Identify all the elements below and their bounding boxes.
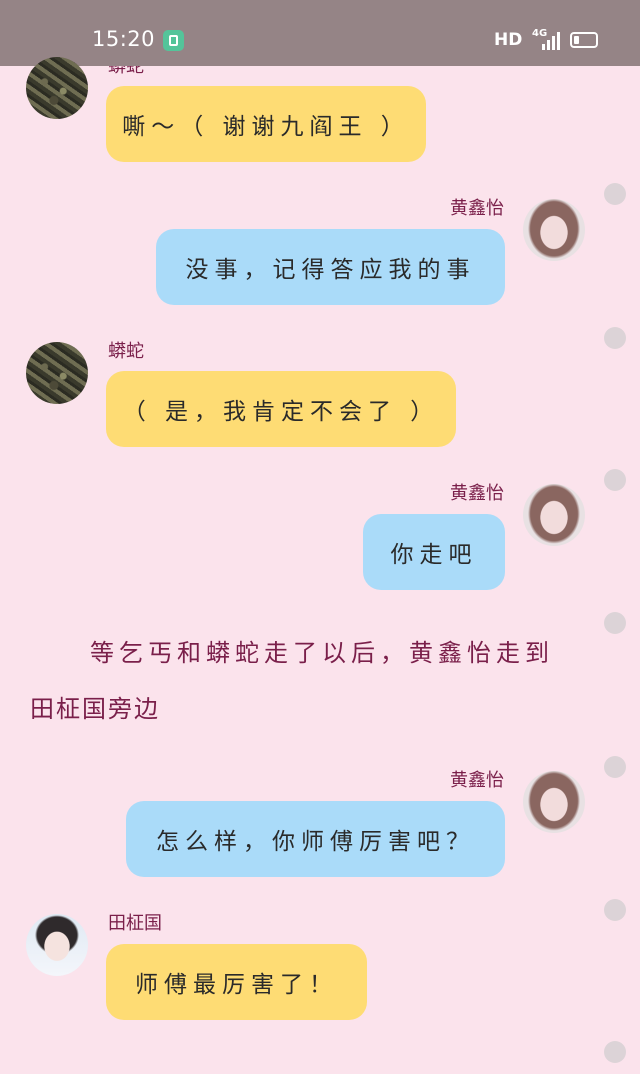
message-bubble[interactable]: 怎么样，你师傅厉害吧？ (126, 801, 505, 877)
avatar-huang-xinyi[interactable] (523, 771, 585, 833)
sender-name: 黄鑫怡 (450, 770, 504, 791)
avatar-huang-xinyi[interactable] (523, 484, 585, 546)
avatar-snake[interactable] (26, 57, 88, 119)
narration-line: 田柾国旁边 (30, 695, 160, 723)
status-dot (604, 756, 626, 778)
message-bubble[interactable]: 你走吧 (363, 514, 505, 590)
sender-name: 田柾国 (108, 913, 162, 934)
message-bubble[interactable]: 嘶～（ 谢谢九阎王 ） (106, 86, 426, 162)
message-bubble[interactable]: 师傅最厉害了！ (106, 944, 367, 1020)
status-dot (604, 1041, 626, 1063)
status-dot (604, 327, 626, 349)
status-dot (604, 612, 626, 634)
message-bubble[interactable]: 没事，记得答应我的事 (156, 229, 505, 305)
avatar-snake[interactable] (26, 342, 88, 404)
sender-name: 黄鑫怡 (450, 198, 504, 219)
battery-icon (570, 32, 598, 48)
signal-icon: 4G (530, 28, 560, 52)
avatar-huang-xinyi[interactable] (523, 199, 585, 261)
network-type: 4G (532, 28, 548, 39)
narration-line: 等乞丐和蟒蛇走了以后，黄鑫怡走到 (90, 639, 554, 667)
status-dot (604, 469, 626, 491)
avatar-tian-zhengguo[interactable] (26, 914, 88, 976)
status-dot (604, 183, 626, 205)
status-bar: 15:20 HD 4G (0, 0, 640, 66)
status-time: 15:20 (92, 27, 156, 51)
message-bubble[interactable]: （ 是，我肯定不会了 ） (106, 371, 456, 447)
hd-indicator: HD (494, 30, 523, 50)
sender-name: 蟒蛇 (108, 341, 144, 362)
status-dot (604, 899, 626, 921)
sender-name: 黄鑫怡 (450, 483, 504, 504)
notification-app-icon (163, 30, 184, 51)
